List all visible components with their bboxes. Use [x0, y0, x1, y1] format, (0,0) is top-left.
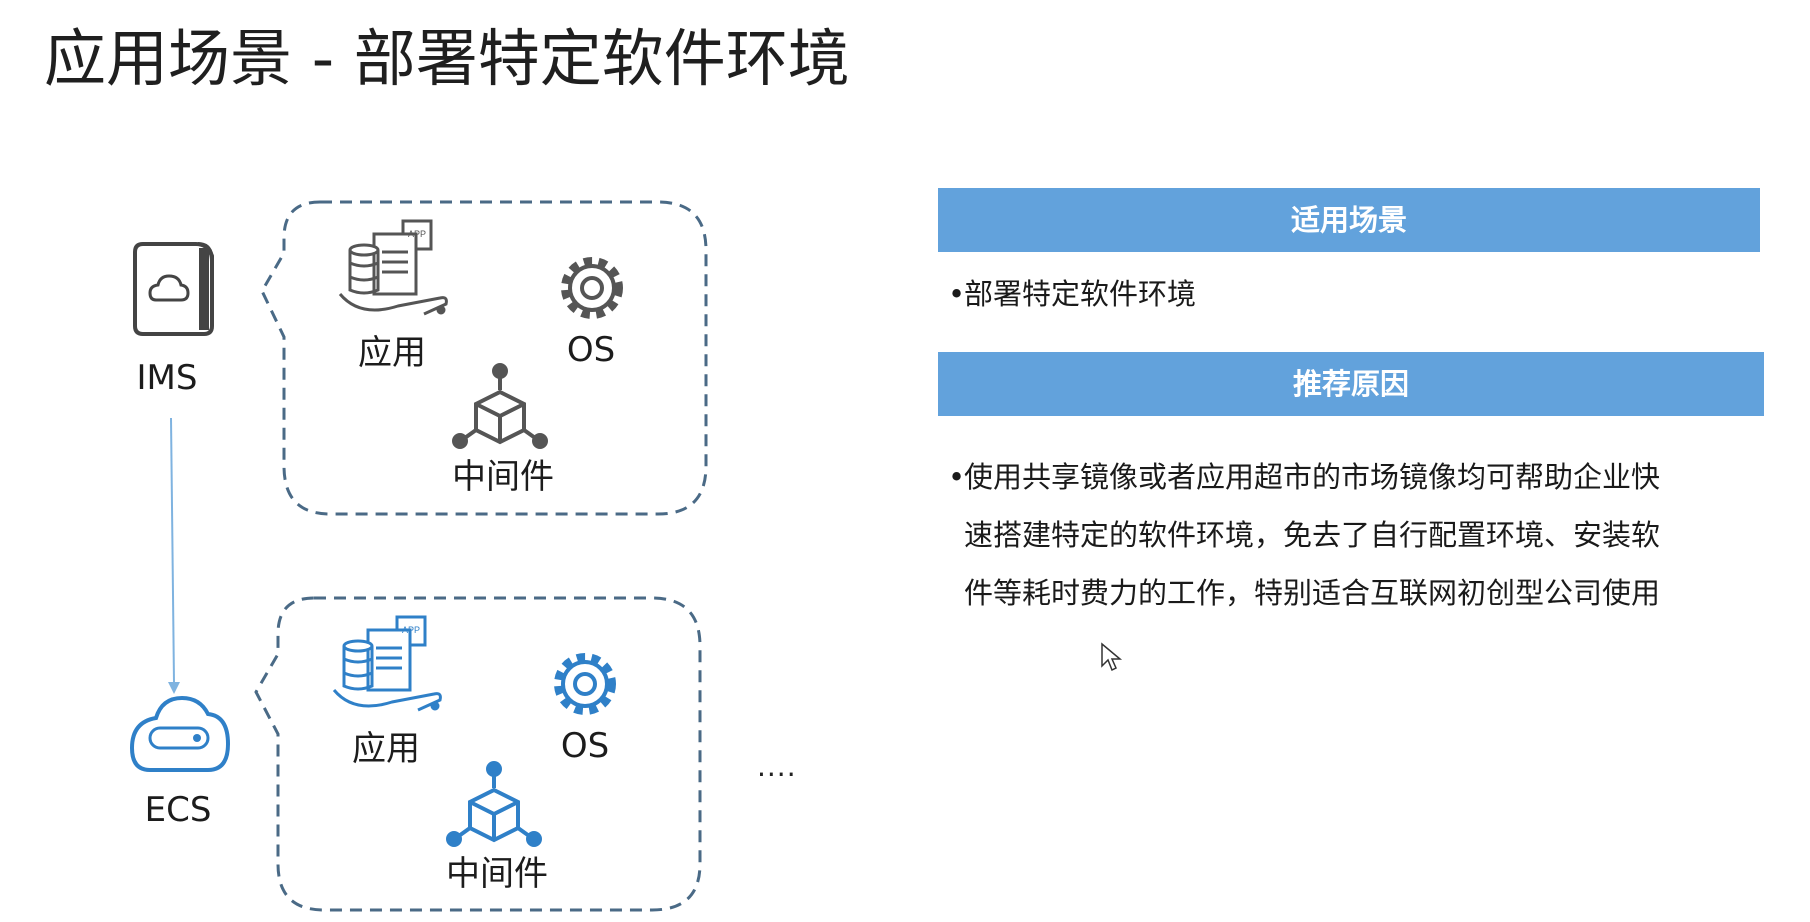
ims-label: IMS — [136, 358, 198, 398]
top-app-label: 应用 — [358, 333, 426, 373]
ims-to-ecs-arrow — [168, 417, 180, 694]
deployment-diagram: APP APP IMS ECS 应用 OS 中间件 应用 OS 中间件 .... — [0, 0, 880, 922]
scenario-item: • 部署特定软件环境 — [948, 272, 1196, 316]
bottom-os-gear-icon — [554, 653, 616, 715]
reason-header: 推荐原因 — [938, 352, 1764, 416]
bottom-os-label: OS — [560, 726, 610, 766]
reason-line-2: 速搭建特定的软件环境，免去了自行配置环境、安装软 — [964, 518, 1661, 552]
mouse-pointer-icon — [1101, 642, 1123, 672]
reason-line-1: 使用共享镜像或者应用超市的市场镜像均可帮助企业快 — [964, 460, 1661, 494]
top-app-icon — [338, 219, 448, 316]
bottom-middleware-cube-icon — [446, 761, 542, 847]
top-app-badge: APP — [408, 229, 426, 239]
bottom-app-badge: APP — [402, 625, 420, 635]
scenario-header: 适用场景 — [938, 188, 1760, 252]
more-ellipsis: .... — [757, 750, 797, 783]
reason-line-3: 件等耗时费力的工作，特别适合互联网初创型公司使用 — [964, 576, 1661, 610]
bullet-dot: • — [948, 460, 966, 494]
ims-icon — [133, 242, 214, 336]
scenario-item-text: 部署特定软件环境 — [964, 277, 1197, 311]
reason-item: • 使用共享镜像或者应用超市的市场镜像均可帮助企业快 速搭建特定的软件环境，免去… — [948, 448, 1660, 622]
top-os-label: OS — [566, 330, 616, 370]
diagram-graphics: APP APP — [129, 200, 708, 912]
ecs-label: ECS — [144, 790, 212, 830]
top-os-gear-icon — [561, 257, 623, 319]
bottom-app-label: 应用 — [352, 729, 420, 769]
bottom-middleware-label: 中间件 — [446, 854, 548, 894]
top-middleware-cube-icon — [452, 363, 548, 449]
bullet-dot: • — [948, 277, 966, 311]
bottom-app-icon — [332, 615, 442, 712]
top-middleware-label: 中间件 — [452, 457, 554, 497]
ecs-icon — [129, 695, 231, 772]
